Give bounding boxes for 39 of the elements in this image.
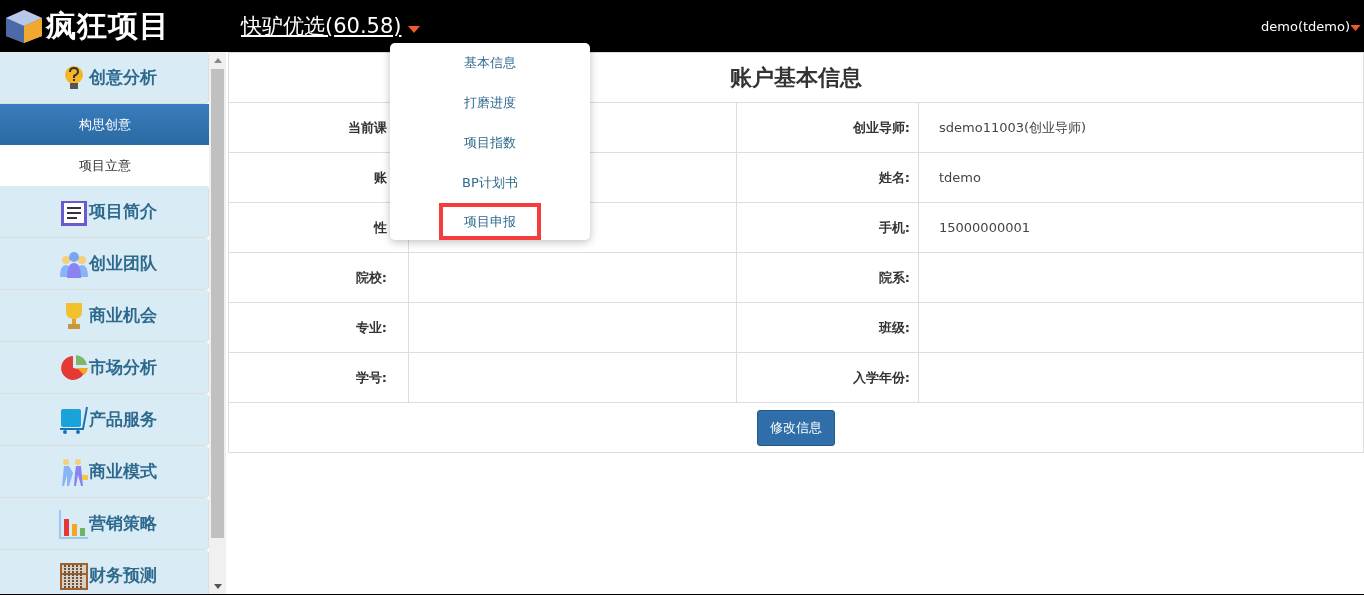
field-label: 院校:	[228, 252, 409, 303]
field-value: 15000000001	[918, 202, 1364, 253]
field-value: sdemo11003(创业导师)	[918, 102, 1364, 153]
bar-chart-icon	[59, 508, 89, 539]
logo-text: 疯狂项目	[46, 6, 170, 45]
field-label: 手机:	[736, 202, 919, 253]
field-label: 院系:	[736, 252, 919, 303]
scroll-up-icon[interactable]	[213, 58, 222, 63]
user-menu[interactable]: demo(tdemo)	[1261, 18, 1350, 34]
field-label: 专业:	[228, 302, 409, 353]
field-label: 学号:	[228, 352, 409, 403]
sidebar-category[interactable]: 商业模式	[0, 446, 209, 498]
sidebar-category[interactable]: 创业团队	[0, 238, 209, 290]
pie-chart-icon	[59, 352, 89, 383]
caret-icon[interactable]	[407, 25, 420, 33]
field-label: 姓名:	[736, 152, 919, 203]
scroll-down-icon[interactable]	[213, 584, 222, 589]
field-label: 班级:	[736, 302, 919, 353]
scrollbar-thumb[interactable]	[211, 69, 224, 538]
project-link[interactable]: 快驴优选(60.58)	[241, 12, 408, 40]
sidebar-category[interactable]: 项目简介	[0, 186, 209, 238]
cube-logo-icon	[4, 8, 44, 44]
edit-info-button[interactable]: 修改信息	[757, 409, 835, 446]
sidebar-category[interactable]: 商业机会	[0, 290, 209, 342]
sidebar-category[interactable]: 营销策略	[0, 498, 209, 550]
sidebar-category[interactable]: 创意分析	[0, 52, 209, 104]
abacus-icon	[59, 560, 89, 591]
scrollbar-track[interactable]	[209, 52, 226, 594]
handshake-icon	[59, 456, 89, 487]
sidebar-category[interactable]: 财务预测	[0, 550, 209, 594]
field-value: tdemo	[918, 152, 1364, 203]
field-label: 入学年份:	[736, 352, 919, 403]
cart-icon	[59, 404, 89, 435]
sidebar-category[interactable]: 市场分析	[0, 342, 209, 394]
menu-item[interactable]: 项目申报	[439, 203, 541, 240]
sidebar-category[interactable]: 产品服务	[0, 394, 209, 446]
sidebar-item[interactable]: 构思创意	[0, 104, 209, 145]
caret-icon[interactable]	[1350, 25, 1361, 31]
field-label: 创业导师:	[736, 102, 919, 153]
